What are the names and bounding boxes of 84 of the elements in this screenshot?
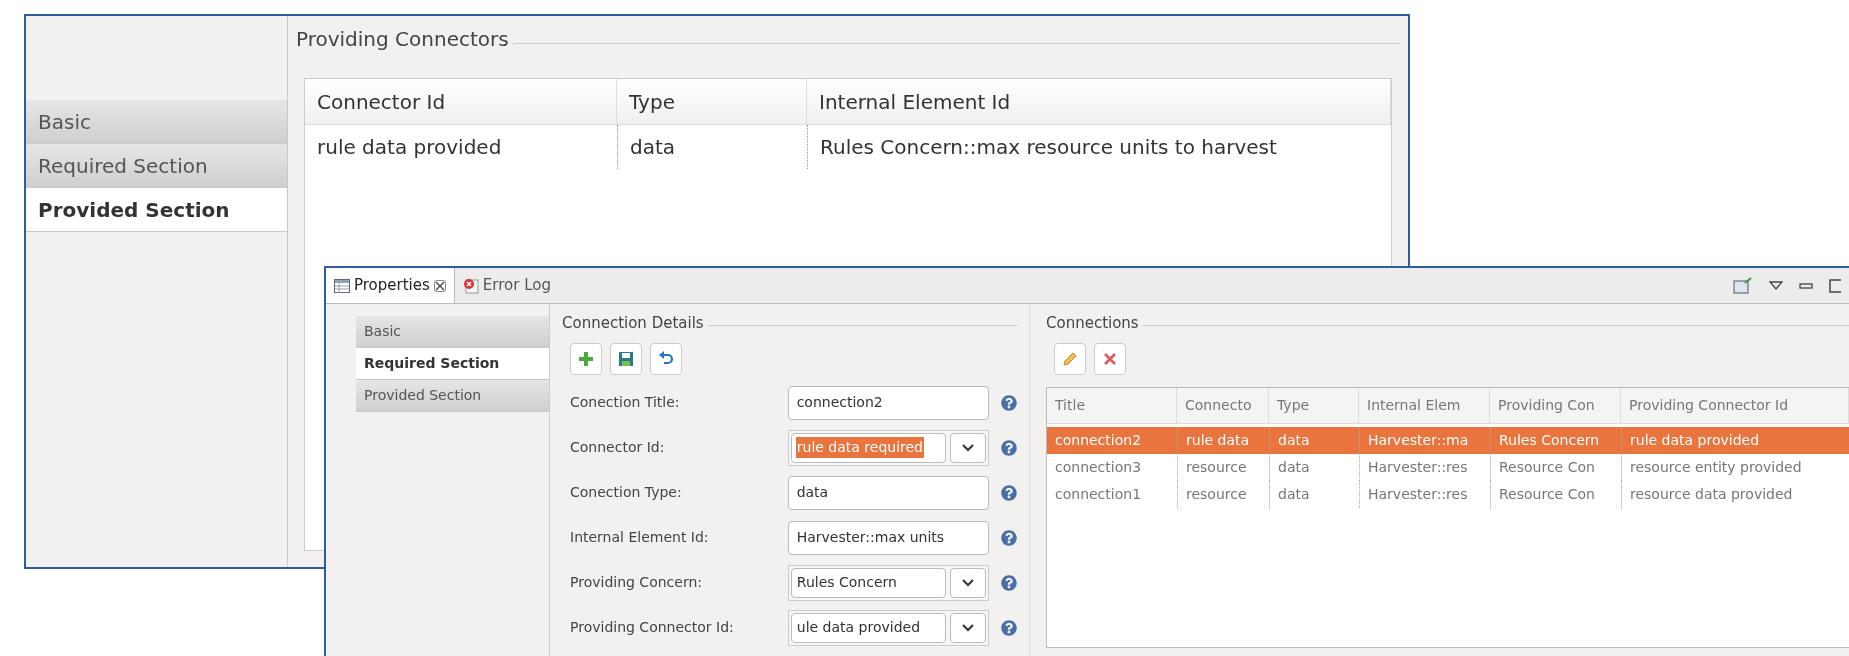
pencil-icon [1062, 350, 1078, 367]
group-title: Providing Connectors [296, 26, 509, 53]
save-icon [618, 350, 634, 367]
help-icon[interactable] [1001, 529, 1017, 546]
field-label: Conection Title: [570, 393, 681, 412]
field-label: Internal Element Id: [570, 528, 710, 547]
table-row[interactable]: connection3 resource data Harvester::res Resource Con resource entity provided [1047, 453, 1849, 481]
table-cell: Harvester::res [1359, 453, 1490, 481]
section-tab[interactable]: Provided Section [26, 188, 287, 232]
column-header[interactable]: Internal Element Id [807, 79, 1391, 124]
field-label: Providing Concern: [570, 573, 703, 592]
help-icon[interactable] [1001, 394, 1017, 411]
add-button[interactable] [570, 342, 602, 375]
table-cell: data [617, 125, 807, 169]
section-tab[interactable]: Required Section [26, 144, 287, 188]
column-header[interactable]: Title [1047, 387, 1177, 423]
table-cell: data [1269, 480, 1359, 508]
section-tab[interactable]: Basic [26, 100, 287, 144]
table-cell-text: rule data provided [316, 134, 503, 161]
table-cell: data [1269, 426, 1359, 454]
table-cell: data [1269, 453, 1359, 481]
edit-button[interactable] [1054, 342, 1086, 375]
caret-icon [961, 622, 975, 633]
plus-icon [578, 350, 594, 367]
group-title: Connection Details [562, 313, 704, 334]
new-window-icon[interactable] [1733, 276, 1753, 295]
table-cell: Resource Con [1490, 453, 1621, 481]
caret-icon [961, 577, 975, 588]
dropdown-field[interactable]: rule data required [787, 429, 989, 466]
section-tab[interactable]: Required Section [356, 348, 549, 380]
column-header[interactable]: Type [1269, 387, 1359, 423]
table-cell: resource entity provided [1621, 453, 1849, 481]
table-cell: rule data provided [1621, 426, 1849, 454]
error-log-icon [462, 277, 479, 294]
tab-label: Error Log [482, 275, 551, 297]
group-title: Connections [1046, 313, 1139, 334]
column-header[interactable]: Internal Elem [1359, 387, 1490, 423]
field-label: Conection Type: [570, 483, 683, 502]
undo-icon [658, 350, 674, 367]
view-tab[interactable]: Properties [326, 268, 455, 303]
column-header[interactable]: Connector Id [305, 79, 617, 124]
view-menu-icon[interactable] [1769, 280, 1783, 291]
table-cell-text: connection2 [1054, 430, 1143, 450]
text-field[interactable]: data [787, 475, 989, 510]
tab-label: Properties [354, 275, 430, 297]
undo-button[interactable] [650, 342, 682, 375]
help-icon[interactable] [1001, 574, 1017, 591]
table-cell: resource data provided [1621, 480, 1849, 508]
help-icon[interactable] [1001, 619, 1017, 636]
table-cell: Rules Concern::max resource units to harvest [807, 125, 1391, 169]
field-label: Providing Connector Id: [570, 618, 735, 637]
table-cell-text: connection3 [1054, 457, 1143, 477]
delete-button[interactable] [1094, 342, 1126, 375]
table-cell: Rules Concern [1490, 426, 1621, 454]
column-header[interactable]: Connecto [1177, 387, 1269, 423]
field-label: Connector Id: [570, 438, 666, 457]
minimize-icon[interactable] [1799, 281, 1813, 290]
view-tab[interactable]: Error Log [454, 268, 559, 303]
help-icon[interactable] [1001, 484, 1017, 501]
column-header[interactable]: Providing Con [1490, 387, 1621, 423]
help-icon[interactable] [1001, 439, 1017, 456]
table-row[interactable]: connection1 resource data Harvester::res Resource Con resource data provided [1047, 480, 1849, 508]
properties-icon [334, 278, 350, 293]
section-tab[interactable]: Provided Section [356, 380, 549, 412]
column-header[interactable]: Type [617, 79, 807, 124]
text-field[interactable]: connection2 [787, 385, 989, 420]
section-tab[interactable]: Basic [356, 316, 549, 348]
close-icon[interactable] [433, 279, 446, 292]
save-button[interactable] [610, 342, 642, 375]
delete-icon [1102, 350, 1118, 367]
table-cell: Harvester::res [1359, 480, 1490, 508]
table-cell: Resource Con [1490, 480, 1621, 508]
dropdown-field[interactable]: ule data provided [787, 609, 989, 646]
caret-icon [961, 442, 975, 453]
dropdown-field[interactable]: Rules Concern [787, 564, 989, 601]
table-cell: Harvester::ma [1359, 426, 1490, 454]
table-cell: rule data [1177, 426, 1269, 454]
text-field[interactable]: Harvester::max units [787, 520, 989, 555]
table-cell: resource [1177, 453, 1269, 481]
table-cell-text: connection1 [1054, 484, 1143, 504]
table-row[interactable]: connection2 rule data data Harvester::ma Rules Concern rule data provided [1047, 426, 1849, 454]
table-cell: resource [1177, 480, 1269, 508]
column-header[interactable]: Providing Connector Id [1621, 387, 1849, 423]
maximize-icon[interactable] [1829, 278, 1841, 293]
